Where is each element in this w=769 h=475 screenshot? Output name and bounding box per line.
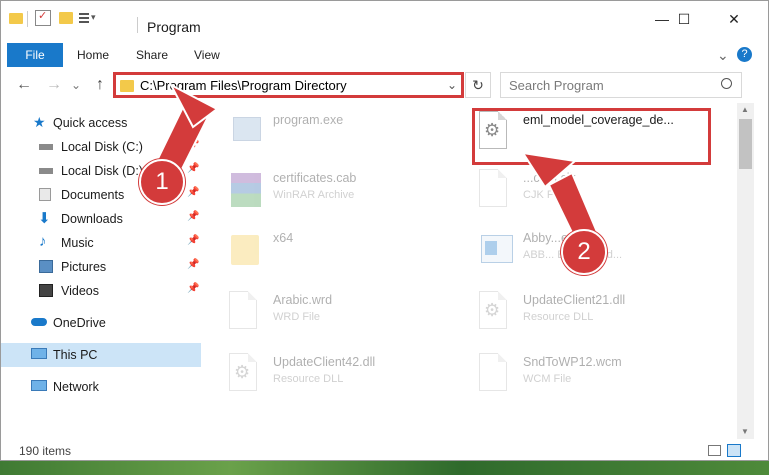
file-explorer-window: ✓ ▾ Program — ☐ ✕ File Home Share View ⌄… — [0, 0, 769, 461]
callout-badge-1: 1 — [139, 159, 185, 205]
annotation-arrows — [149, 82, 602, 251]
callout-badge-2: 2 — [561, 229, 607, 275]
desktop-background — [0, 461, 769, 475]
